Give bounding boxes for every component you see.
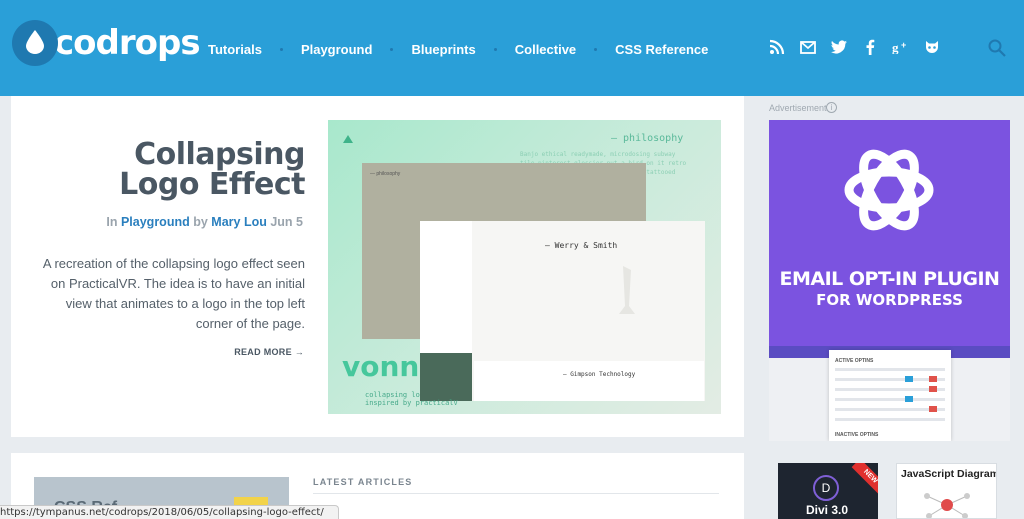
article-date: Jun 5	[270, 215, 303, 229]
ad-subtitle: FOR WORDPRESS	[816, 291, 963, 309]
nav-blueprints[interactable]: Blueprints	[411, 42, 475, 57]
rss-icon[interactable]	[768, 38, 786, 56]
feature-gimpson: — Gimpson Technology	[563, 371, 636, 378]
ad-panel-label: ACTIVE OPTINS	[835, 358, 874, 364]
facebook-icon[interactable]	[861, 38, 879, 56]
ad-screenshot: ACTIVE OPTINS INACTIVE OPTINS	[769, 346, 1010, 441]
feature-sculpture	[619, 266, 635, 314]
nav-collective[interactable]: Collective	[515, 42, 576, 57]
meta-in: In	[106, 215, 118, 229]
nav-tutorials[interactable]: Tutorials	[208, 42, 262, 57]
new-badge: NEW	[851, 463, 878, 496]
svg-text:g: g	[892, 40, 899, 54]
ad-panel-label-2: INACTIVE OPTINS	[835, 432, 879, 438]
nav-playground[interactable]: Playground	[301, 42, 373, 57]
article-feature-image[interactable]: — philosophy Banjo ethical readymade, mi…	[328, 120, 721, 414]
feature-werry-smith: — Werry & Smith	[545, 241, 618, 250]
category-link[interactable]: Playground	[121, 215, 190, 229]
latest-articles-heading: LATEST ARTICLES	[313, 477, 413, 487]
mail-icon[interactable]	[799, 38, 817, 56]
bloom-logo-icon	[844, 149, 934, 231]
twitter-icon[interactable]	[830, 38, 848, 56]
site-header: codrops Tutorials Playground Blueprints …	[0, 0, 1024, 96]
nav-separator	[594, 48, 598, 51]
diagram-network-icon	[924, 493, 970, 518]
feature-collapsing-text: collapsing lo inspired by practicalV	[365, 391, 458, 407]
meta-by: by	[193, 215, 208, 229]
ad-label: Advertisement	[769, 103, 827, 113]
logo-drop-icon	[12, 20, 58, 66]
ad-panel-table	[835, 368, 945, 421]
google-plus-icon[interactable]: g +	[892, 38, 910, 56]
search-icon[interactable]	[988, 39, 1006, 57]
article-description: A recreation of the collapsing logo effe…	[42, 256, 305, 331]
github-icon[interactable]	[923, 38, 941, 56]
svg-text:+: +	[901, 40, 906, 50]
article-meta: In Playground by Mary Lou Jun 5	[81, 215, 303, 229]
divi-ad[interactable]: D NEW Divi 3.0	[778, 463, 878, 519]
js-diagrams-title: JavaScript Diagrams	[901, 468, 997, 480]
article-title[interactable]: Collapsing Logo Effect	[81, 140, 305, 200]
feature-philosophy-heading: — philosophy	[611, 133, 684, 144]
js-diagrams-ad[interactable]: JavaScript Diagrams	[896, 463, 997, 519]
divider	[313, 493, 719, 494]
nav-separator	[390, 48, 394, 51]
divi-title: Divi 3.0	[806, 503, 849, 517]
feature-grey-text: — philosophy	[370, 171, 401, 177]
read-more-link[interactable]: READ MORE →	[191, 347, 304, 357]
main-nav: Tutorials Playground Blueprints Collecti…	[208, 42, 708, 57]
divi-logo-icon: D	[813, 475, 839, 501]
nav-css-reference[interactable]: CSS Reference	[615, 42, 708, 57]
logo-text: codrops	[54, 23, 201, 63]
ad-screenshot-panel: ACTIVE OPTINS INACTIVE OPTINS	[829, 350, 951, 441]
info-icon[interactable]: i	[826, 102, 837, 113]
ad-title: EMAIL OPT-IN PLUGIN	[779, 268, 1000, 290]
feature-gimpson-box	[474, 361, 704, 401]
feature-white-panel: — Werry & Smith — Gimpson Technology	[420, 221, 705, 401]
nav-separator	[493, 48, 497, 51]
browser-status-url: https://tympanus.net/codrops/2018/06/05/…	[0, 505, 339, 519]
author-link[interactable]: Mary Lou	[211, 215, 267, 229]
triangle-logo-icon	[343, 135, 353, 143]
featured-article-card: Collapsing Logo Effect In Playground by …	[11, 96, 744, 437]
social-links: g +	[768, 38, 954, 56]
site-logo[interactable]: codrops	[12, 20, 201, 66]
feature-vonn-text: vonn	[342, 350, 420, 383]
sidebar-ad[interactable]: EMAIL OPT-IN PLUGIN FOR WORDPRESS ACTIVE…	[769, 120, 1010, 441]
nav-separator	[279, 48, 283, 51]
